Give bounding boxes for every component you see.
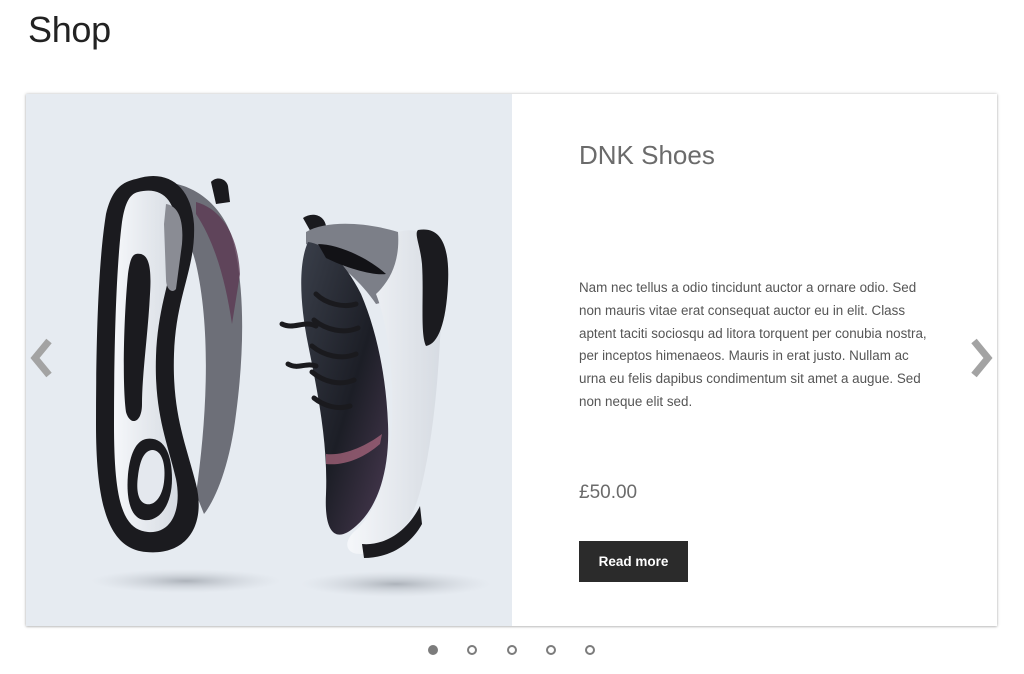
slider-dot-4[interactable] (546, 645, 556, 655)
slider-pagination (0, 645, 1024, 659)
product-slider: DNK Shoes Nam nec tellus a odio tincidun… (26, 94, 997, 626)
page-title: Shop (28, 9, 111, 50)
product-price: £50.00 (579, 482, 638, 503)
slider-dot-3[interactable] (507, 645, 517, 655)
read-more-button[interactable]: Read more (579, 541, 688, 582)
chevron-left-icon (30, 338, 52, 378)
slider-dot-1[interactable] (428, 645, 438, 655)
product-image-shoes[interactable] (26, 94, 512, 626)
shoes-illustration (91, 176, 491, 597)
product-description: Nam nec tellus a odio tincidunt auctor a… (579, 280, 927, 409)
left-shoe-sole (96, 176, 243, 553)
slider-dot-5[interactable] (585, 645, 595, 655)
product-info-panel: DNK Shoes Nam nec tellus a odio tincidun… (512, 94, 997, 626)
slider-dot-2[interactable] (467, 645, 477, 655)
right-shoe-side (279, 214, 449, 558)
shop-page: Shop DNK Shoes Nam nec tellus a odio tin… (0, 0, 1024, 674)
slider-next-button[interactable] (966, 336, 996, 380)
chevron-right-icon (971, 338, 993, 378)
product-title[interactable]: DNK Shoes (579, 138, 715, 172)
slider-prev-button[interactable] (27, 336, 57, 380)
